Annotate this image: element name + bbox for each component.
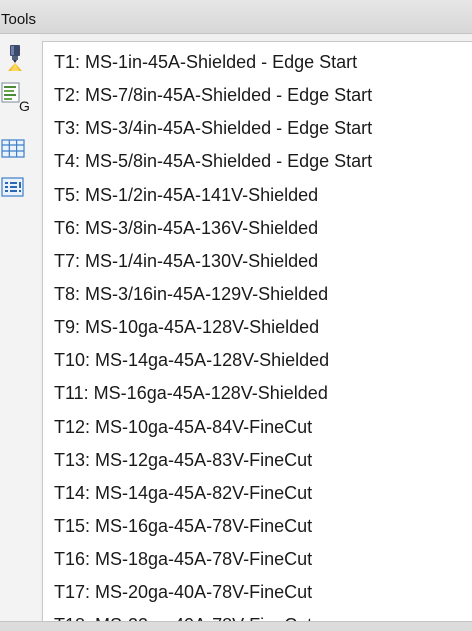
table-view-button[interactable] — [0, 134, 36, 166]
panel-title: Tools — [1, 11, 37, 28]
tool-list-item[interactable]: T15: MS-16ga-45A-78V-FineCut — [54, 510, 372, 543]
tool-list-item[interactable]: T17: MS-20ga-40A-78V-FineCut — [54, 576, 372, 609]
tool-list-item[interactable]: T16: MS-18ga-45A-78V-FineCut — [54, 543, 372, 576]
details-button[interactable] — [0, 173, 36, 205]
tool-list-item[interactable]: T12: MS-10ga-45A-84V-FineCut — [54, 411, 372, 444]
torch-button[interactable] — [0, 42, 36, 74]
tool-list-item[interactable]: T11: MS-16ga-45A-128V-Shielded — [54, 377, 372, 410]
tool-list-item[interactable]: T9: MS-10ga-45A-128V-Shielded — [54, 311, 372, 344]
tool-list-item[interactable]: T6: MS-3/8in-45A-136V-Shielded — [54, 212, 372, 245]
tool-list-item[interactable]: T7: MS-1/4in-45A-130V-Shielded — [54, 245, 372, 278]
tool-list-item[interactable]: T4: MS-5/8in-45A-Shielded - Edge Start — [54, 145, 372, 178]
tool-list-item[interactable]: T5: MS-1/2in-45A-141V-Shielded — [54, 179, 372, 212]
table-grid-icon — [1, 139, 25, 158]
gcode-button[interactable] — [0, 76, 36, 108]
tool-list-item[interactable]: T13: MS-12ga-45A-83V-FineCut — [54, 444, 372, 477]
tool-list-box[interactable]: T1: MS-1in-45A-Shielded - Edge Start T2: … — [42, 41, 472, 621]
torch-icon — [8, 45, 22, 71]
panel-title-bar: Tools — [0, 0, 472, 34]
tool-list-item[interactable]: T1: MS-1in-45A-Shielded - Edge Start — [54, 46, 372, 79]
gcode-document-icon — [1, 82, 20, 103]
panel-bottom-border — [0, 621, 472, 631]
tool-list-item[interactable]: T14: MS-14ga-45A-82V-FineCut — [54, 477, 372, 510]
gcode-badge: G — [19, 98, 30, 114]
tool-list-item[interactable]: T2: MS-7/8in-45A-Shielded - Edge Start — [54, 79, 372, 112]
tool-list-item[interactable]: T18: MS-22ga-40A-78V-FineCut — [54, 609, 372, 621]
tool-list-item[interactable]: T3: MS-3/4in-45A-Shielded - Edge Start — [54, 112, 372, 145]
list-details-icon — [1, 177, 24, 197]
tool-list: T1: MS-1in-45A-Shielded - Edge Start T2: … — [54, 46, 372, 621]
tools-panel: Tools G T1: MS-1in-45A-Shielded - Edge S… — [0, 0, 472, 631]
tool-list-item[interactable]: T8: MS-3/16in-45A-129V-Shielded — [54, 278, 372, 311]
tools-toolbar: G — [0, 34, 40, 624]
tool-list-item[interactable]: T10: MS-14ga-45A-128V-Shielded — [54, 344, 372, 377]
